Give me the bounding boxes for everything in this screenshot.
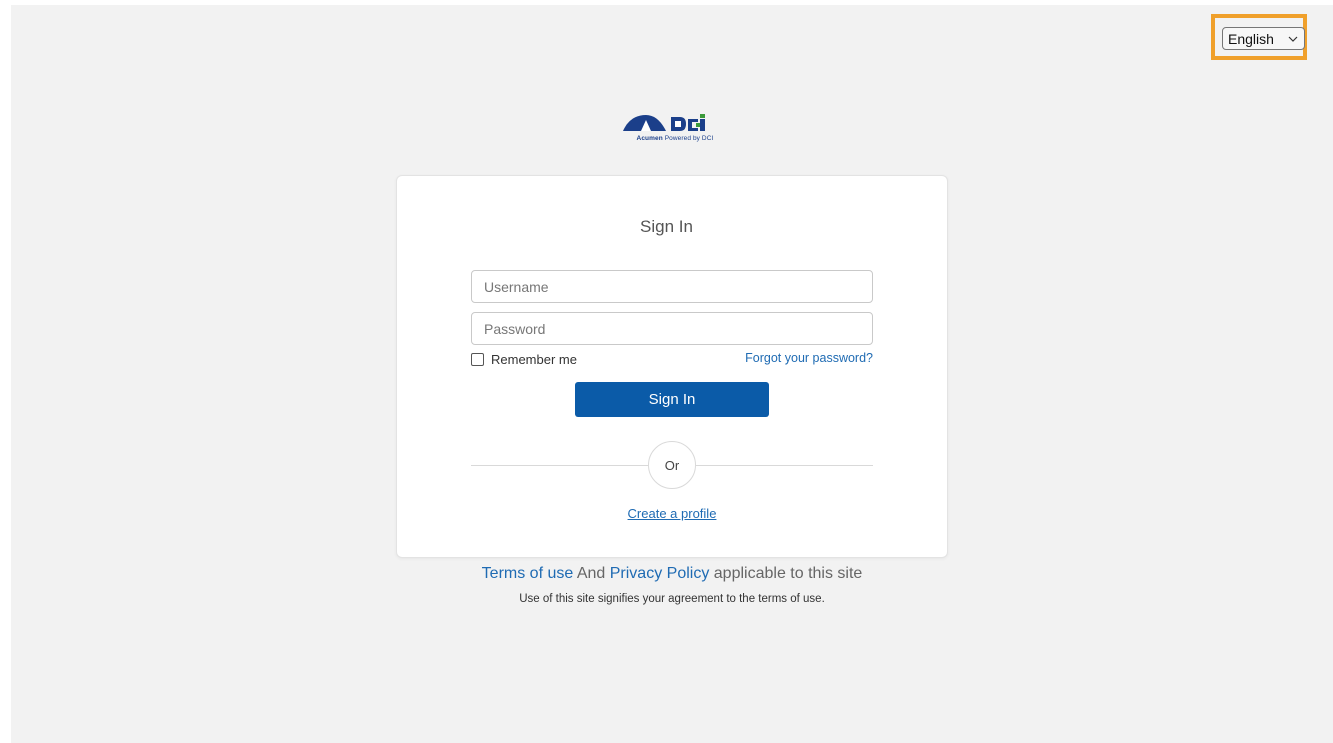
or-separator: Or xyxy=(648,441,696,489)
create-profile-link[interactable]: Create a profile xyxy=(560,506,784,521)
footer-terms-line: Terms of use And Privacy Policy applicab… xyxy=(360,565,984,583)
language-selected-value: English xyxy=(1228,30,1274,47)
divider-left xyxy=(471,465,648,466)
footer-applicable-text: applicable to this site xyxy=(713,565,863,582)
password-input[interactable] xyxy=(471,312,873,345)
remember-me: Remember me xyxy=(471,352,577,367)
sign-in-button[interactable]: Sign In xyxy=(575,382,769,417)
or-label: Or xyxy=(664,457,680,473)
privacy-policy-link[interactable]: Privacy Policy xyxy=(610,565,710,582)
forgot-password-link[interactable]: Forgot your password? xyxy=(700,351,873,365)
remember-me-label: Remember me xyxy=(491,352,577,367)
username-input[interactable] xyxy=(471,270,873,303)
language-select[interactable]: English xyxy=(1222,27,1305,50)
logo-caption: Acumen Powered by DCI xyxy=(610,135,740,142)
footer-notice: Use of this site signifies your agreemen… xyxy=(519,593,825,605)
signin-title: Sign In xyxy=(640,217,693,236)
remember-me-checkbox[interactable] xyxy=(471,353,484,366)
footer-and-text: And xyxy=(576,565,606,582)
logo-powered-text: Powered by DCI xyxy=(664,135,714,142)
terms-of-use-link[interactable]: Terms of use xyxy=(482,565,574,582)
divider-right xyxy=(696,465,873,466)
logo-brand-text: Acumen xyxy=(636,135,663,142)
chevron-down-icon xyxy=(1288,34,1298,44)
